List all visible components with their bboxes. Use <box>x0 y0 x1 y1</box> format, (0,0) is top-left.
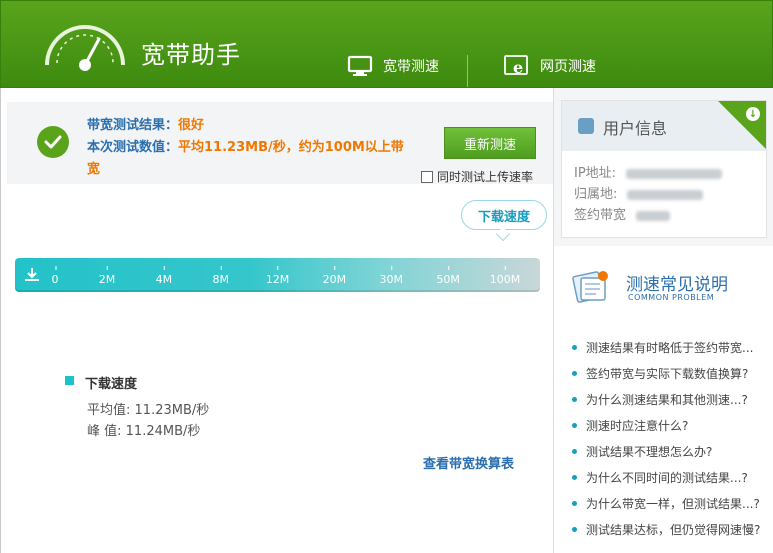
ie-browser-icon: e <box>504 55 528 77</box>
result-value: 很好 <box>178 118 205 133</box>
measured-label: 本次测试数值： <box>87 140 179 155</box>
bandwidth-label: 签约带宽 <box>574 208 627 223</box>
gauge-tick-label: 100M <box>489 266 521 286</box>
legend-color-square <box>65 376 74 385</box>
gauge-tick-label: 20M <box>322 266 347 286</box>
right-sidebar: 用户信息 ↓ IP地址: 归属地: 签约带宽 测速常见说明 COMMON PRO… <box>553 88 773 553</box>
nav-divider <box>467 55 468 87</box>
main-panel: 带宽测试结果：很好 本次测试数值：平均11.23MB/秒，约为100M以上带 宽… <box>0 88 554 553</box>
bullet-icon <box>572 396 577 402</box>
redacted-value <box>627 189 704 200</box>
redacted-value <box>636 210 671 221</box>
retest-button[interactable]: 重新测速 <box>444 127 536 159</box>
peak-speed: 峰 值: 11.24MB/秒 <box>87 420 200 439</box>
speedometer-logo-icon <box>45 25 125 71</box>
faq-item-label: 测速结果有时略低于签约带宽... <box>586 340 754 355</box>
measured-value-wrap: 宽 <box>87 162 101 177</box>
download-icon <box>25 268 39 281</box>
gauge-tick-label: 0 <box>51 266 59 286</box>
faq-item-label: 为什么不同时间的测试结果...? <box>586 470 748 485</box>
download-speed-bubble: 下载速度 <box>461 200 547 230</box>
gauge-tick-label: 12M <box>265 266 290 286</box>
bullet-icon <box>572 526 577 532</box>
stats-title: 下载速度 <box>85 377 138 392</box>
bullet-icon <box>572 500 577 506</box>
checkbox-box[interactable] <box>421 170 433 183</box>
bullet-icon <box>572 474 577 480</box>
gauge-tick-label: 8M <box>212 266 229 286</box>
ip-address-row: IP地址: <box>574 162 723 181</box>
bullet-icon <box>572 370 577 376</box>
faq-list: 测速结果有时略低于签约带宽... 签约带宽与实际下载数值换算? 为什么测速结果和其他… <box>572 334 760 542</box>
faq-item-label: 测试结果达标，但仍觉得网速慢? <box>586 522 761 537</box>
user-info-title: 用户信息 <box>603 119 668 138</box>
ip-label: IP地址: <box>574 166 617 181</box>
svg-text:e: e <box>513 58 523 77</box>
bandwidth-row: 签约带宽 <box>574 204 671 223</box>
bullet-icon <box>572 344 577 350</box>
faq-item[interactable]: 测速时应注意什么? <box>572 412 760 438</box>
faq-item-label: 测试结果不理想怎么办? <box>586 444 713 459</box>
nav-label: 网页测速 <box>540 59 596 75</box>
checkbox-label: 同时测试上传速率 <box>437 170 534 184</box>
peak-label: 峰 值: <box>87 424 122 439</box>
nav-label: 宽带测速 <box>383 59 439 75</box>
faq-item[interactable]: 测速结果有时略低于签约带宽... <box>572 334 760 360</box>
download-arrow-icon[interactable]: ↓ <box>746 107 760 121</box>
faq-subtitle: COMMON PROBLEM <box>628 293 715 302</box>
bullet-icon <box>572 448 577 454</box>
app-header: 宽带助手 宽带测速 e 网页测速 <box>0 0 773 88</box>
measured-line: 本次测试数值：平均11.23MB/秒，约为100M以上带 <box>87 136 404 155</box>
monitor-icon <box>347 55 373 76</box>
redacted-value <box>626 168 723 179</box>
result-line: 带宽测试结果：很好 <box>87 114 204 133</box>
corner-badge <box>718 101 766 149</box>
bullet-icon <box>572 422 577 428</box>
faq-item[interactable]: 测试结果不理想怎么办? <box>572 438 760 464</box>
gauge-tick-label: 30M <box>379 266 404 286</box>
gauge-tick-label: 50M <box>436 266 460 286</box>
measured-value: 平均11.23MB/秒，约为100M以上带 <box>178 140 404 155</box>
avg-speed: 平均值: 11.23MB/秒 <box>87 399 209 418</box>
gauge-tick-label: 2M <box>98 266 116 286</box>
nav-bandwidth-speedtest[interactable]: 宽带测速 <box>347 54 439 78</box>
faq-item[interactable]: 为什么不同时间的测试结果...? <box>572 464 760 490</box>
location-row: 归属地: <box>574 183 704 202</box>
nav-webpage-speedtest[interactable]: e 网页测速 <box>504 54 596 78</box>
speed-gauge-bar: 0 2M 4M 8M 12M 20M 30M 50M 100M <box>15 258 540 292</box>
result-box: 带宽测试结果：很好 本次测试数值：平均11.23MB/秒，约为100M以上带 宽… <box>7 102 554 184</box>
faq-card: 测速常见说明 COMMON PROBLEM 测速结果有时略低于签约带宽... 签约… <box>554 246 773 553</box>
upload-test-checkbox[interactable]: 同时测试上传速率 <box>421 168 533 185</box>
gauge-tick-label: 4M <box>155 266 173 286</box>
faq-item-label: 签约带宽与实际下载数值换算? <box>586 366 749 381</box>
faq-item-label: 为什么测速结果和其他测速...? <box>586 392 748 407</box>
faq-item-label: 测速时应注意什么? <box>586 418 689 433</box>
user-icon <box>578 118 594 134</box>
location-label: 归属地: <box>574 187 618 202</box>
faq-item[interactable]: 为什么带宽一样，但测试结果...? <box>572 490 760 516</box>
app-title: 宽带助手 <box>141 41 241 69</box>
check-icon <box>37 126 69 158</box>
faq-item[interactable]: 签约带宽与实际下载数值换算? <box>572 360 760 386</box>
faq-title: 测速常见说明 <box>626 275 728 295</box>
avg-value: 11.23MB/秒 <box>134 403 210 418</box>
faq-item-label: 为什么带宽一样，但测试结果...? <box>586 496 760 511</box>
bandwidth-conversion-link[interactable]: 查看带宽换算表 <box>423 453 514 472</box>
faq-item[interactable]: 测试结果达标，但仍觉得网速慢? <box>572 516 760 542</box>
faq-item[interactable]: 为什么测速结果和其他测速...? <box>572 386 760 412</box>
peak-value: 11.24MB/秒 <box>125 424 201 439</box>
faq-illustration-icon <box>572 271 608 303</box>
avg-label: 平均值: <box>87 403 131 418</box>
user-info-card: 用户信息 ↓ IP地址: 归属地: 签约带宽 <box>561 100 767 238</box>
result-label: 带宽测试结果： <box>87 118 179 133</box>
